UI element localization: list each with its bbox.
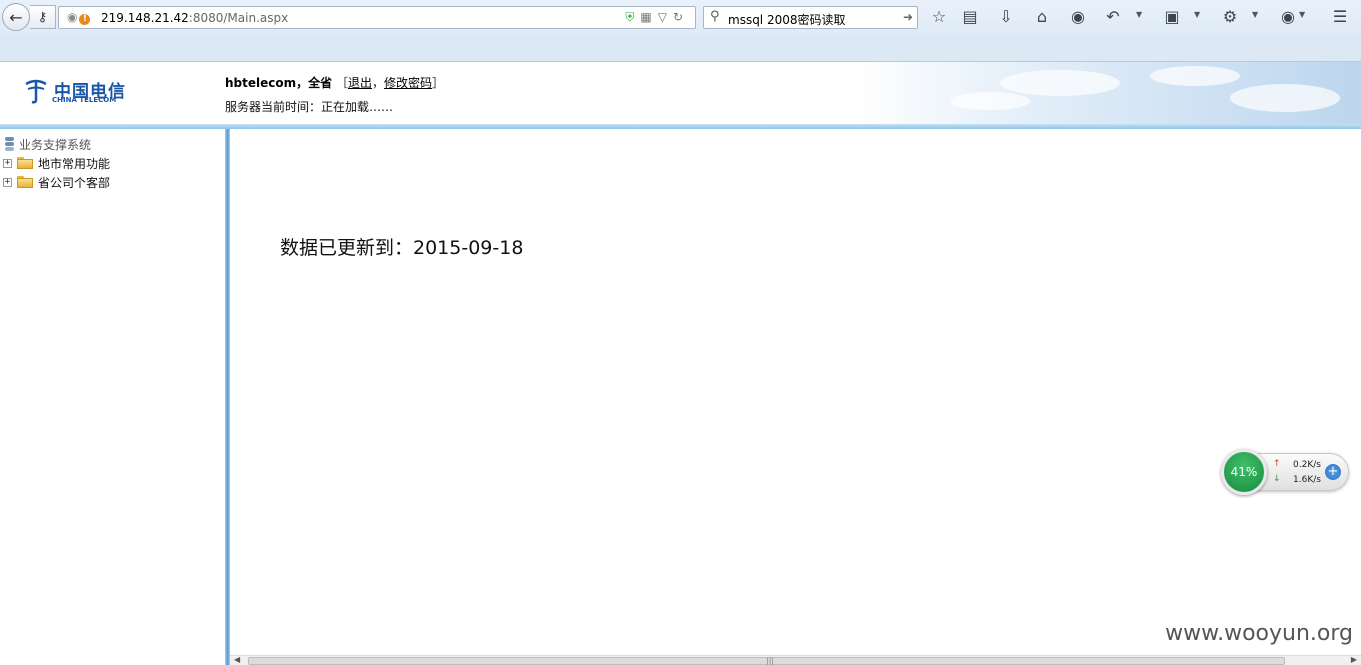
download-speed: 1.6K/s (1293, 475, 1321, 485)
key-icon[interactable]: ⚷ (30, 5, 56, 29)
undo-dropdown-icon[interactable]: ▼ (1136, 10, 1142, 19)
scroll-left-icon[interactable]: ◀ (234, 655, 240, 664)
qr-code-icon[interactable]: ▦ (640, 10, 657, 24)
network-speed-widget[interactable]: 41% ↑ 0.2K/s ↓ 1.6K/s + (1221, 449, 1349, 495)
username: hbtelecom (225, 76, 297, 90)
home-icon[interactable]: ⌂ (1031, 7, 1053, 26)
scroll-right-icon[interactable]: ▶ (1351, 655, 1357, 664)
chat-icon[interactable]: ◉ (1067, 7, 1089, 26)
server-time-value: 正在加载…… (321, 100, 394, 114)
database-icon (3, 136, 16, 152)
menu-icon[interactable]: ☰ (1329, 7, 1351, 26)
tree-root-label: 业务支撑系统 (19, 137, 92, 152)
cloud-decoration (1230, 84, 1340, 112)
extension-dropdown-icon[interactable]: ▼ (1252, 10, 1258, 19)
download-arrow-icon: ↓ (1273, 474, 1281, 484)
plus-icon[interactable]: + (1325, 464, 1341, 480)
download-icon[interactable]: ⇩ (995, 7, 1017, 26)
cloud-decoration (1150, 66, 1240, 86)
browser-toolbar: ← ⚷ ◉! 219.148.21.42:8080/Main.aspx ⛨▦▽↻… (0, 0, 1361, 36)
sidebar: 业务支撑系统 + 地市常用功能 + 省公司个客部 (0, 129, 225, 665)
tree-root[interactable]: 业务支撑系统 (3, 136, 91, 152)
url-host: 219.148.21.42 (101, 11, 189, 25)
reading-list-icon[interactable]: ▤ (959, 7, 981, 26)
search-input[interactable]: mssql 2008密码读取 (728, 11, 846, 28)
bookmark-star-icon[interactable]: ☆ (928, 7, 950, 26)
cloud-decoration (950, 92, 1030, 110)
change-password-link[interactable]: 修改密码 (384, 76, 432, 90)
bracket-close: ］ (432, 76, 445, 90)
crop-dropdown-icon[interactable]: ▼ (1194, 10, 1200, 19)
grip-icon: ||| (766, 657, 774, 665)
tree-item-label: 地市常用功能 (38, 156, 111, 171)
search-bar[interactable]: ⚲ mssql 2008密码读取 ➜ (703, 6, 918, 29)
page-header: 中国电信 CHINA TELECOM hbtelecom，全省 ［退出，修改密码… (0, 62, 1361, 126)
memory-usage-badge[interactable]: 41% (1221, 449, 1267, 495)
tree-item-label: 省公司个客部 (38, 175, 111, 190)
back-arrow-icon[interactable]: ← (2, 3, 30, 31)
bookmarks-toolbar (0, 36, 1361, 62)
main-content: 数据已更新到：2015-09-18 www.wooyun.org ◀ ||| ▶ (230, 129, 1361, 665)
tree-item-city-functions[interactable]: + 地市常用功能 (3, 155, 110, 171)
reload-icon[interactable]: ↻ (673, 10, 689, 24)
addon-icon[interactable]: ◉ (1277, 7, 1299, 26)
upload-arrow-icon: ↑ (1273, 459, 1281, 469)
folder-icon (17, 157, 33, 169)
folder-icon (17, 176, 33, 188)
addon-dropdown-icon[interactable]: ▼ (1299, 10, 1305, 19)
shield-icon[interactable]: ⛨ (625, 10, 640, 24)
dropdown-icon[interactable]: ▽ (658, 10, 673, 24)
watermark: www.wooyun.org (1165, 621, 1353, 646)
tree-item-province-dept[interactable]: + 省公司个客部 (3, 174, 110, 190)
region: 全省 (308, 76, 333, 90)
expand-icon[interactable]: + (3, 177, 12, 187)
url-text[interactable]: 219.148.21.42:8080/Main.aspx (101, 11, 288, 25)
upload-speed: 0.2K/s (1293, 460, 1321, 470)
bracket-open: ［ (335, 76, 348, 90)
extension-icon[interactable]: ⚙ (1219, 7, 1241, 26)
logo-english-text: CHINA TELECOM (52, 96, 117, 104)
url-actions: ⛨▦▽↻ (625, 10, 689, 25)
user-info: hbtelecom，全省 ［退出，修改密码］ (225, 74, 444, 91)
china-telecom-logo: 中国电信 CHINA TELECOM (22, 76, 125, 112)
server-time: 服务器当前时间：正在加载…… (225, 98, 393, 115)
link-separator: ， (372, 76, 385, 90)
cloud-decoration (1000, 70, 1120, 96)
url-path: :8080/Main.aspx (188, 11, 289, 25)
data-update-text: 数据已更新到：2015-09-18 (280, 237, 524, 259)
search-go-icon[interactable]: ➜ (903, 10, 913, 24)
horizontal-scrollbar[interactable]: ◀ ||| ▶ (230, 655, 1361, 665)
warning-icon: ! (79, 14, 91, 25)
undo-icon[interactable]: ↶ (1102, 7, 1124, 26)
logout-link[interactable]: 退出 (348, 76, 372, 90)
crop-icon[interactable]: ▣ (1161, 7, 1183, 26)
telecom-logo-icon (25, 79, 47, 104)
expand-icon[interactable]: + (3, 158, 12, 168)
username-separator: ， (296, 76, 309, 90)
search-icon: ⚲ (710, 9, 720, 24)
address-bar[interactable]: ◉! 219.148.21.42:8080/Main.aspx ⛨▦▽↻ (58, 6, 696, 29)
server-time-label: 服务器当前时间： (225, 100, 322, 114)
site-identity-icon[interactable]: ◉! (67, 10, 91, 25)
scroll-thumb[interactable]: ||| (248, 657, 1285, 665)
usage-percent: 41% (1230, 465, 1258, 479)
